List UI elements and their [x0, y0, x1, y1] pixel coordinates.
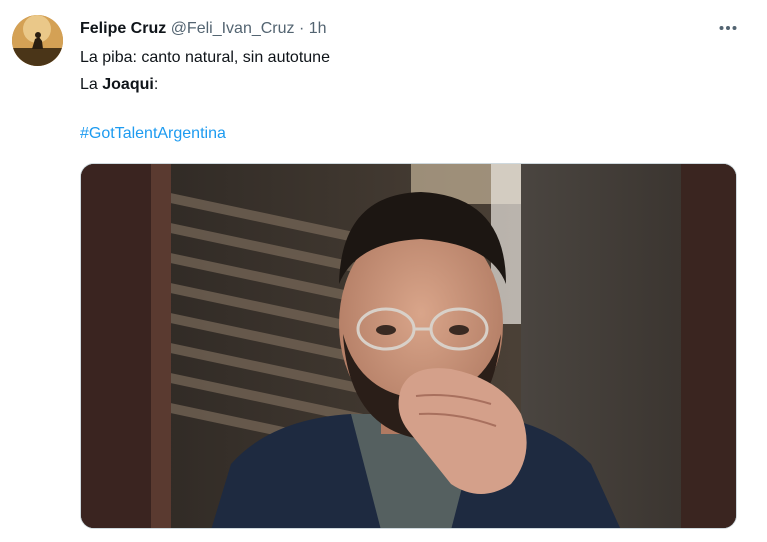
avatar-image	[12, 15, 63, 66]
author-name[interactable]: Felipe Cruz	[80, 20, 166, 37]
hashtag-link[interactable]: #GotTalentArgentina	[80, 124, 226, 144]
tweet-header: Felipe Cruz @Feli_Ivan_Cruz · 1h	[80, 18, 327, 40]
tweet-timestamp[interactable]: 1h	[309, 20, 327, 37]
tweet-card[interactable]: Felipe Cruz @Feli_Ivan_Cruz · 1h La piba…	[0, 0, 767, 542]
avatar[interactable]	[12, 15, 63, 66]
more-horizontal-icon	[719, 26, 737, 30]
author-handle[interactable]: @Feli_Ivan_Cruz	[171, 20, 295, 37]
more-options-button[interactable]	[712, 14, 744, 42]
header-separator: ·	[298, 20, 305, 37]
tweet-text-line-2: La Joaqui:	[80, 75, 158, 95]
line2-prefix: La	[80, 76, 103, 93]
line2-bold: Joaqui	[102, 76, 154, 93]
photo-media	[81, 164, 736, 528]
line2-suffix: :	[153, 76, 159, 93]
tweet-media-photo[interactable]	[80, 163, 737, 529]
tweet-text-line-1: La piba: canto natural, sin autotune	[80, 49, 330, 66]
